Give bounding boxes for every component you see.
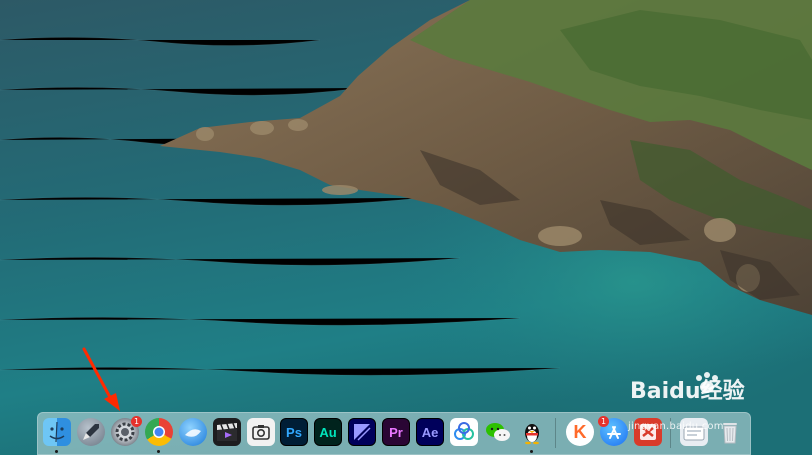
clapperboard-icon[interactable] [213,418,241,446]
notification-badge: 1 [131,416,142,427]
watermark-brand: Baidu经验 [630,378,745,404]
app-label: Au [319,424,337,440]
browser-icon[interactable] [179,418,207,446]
penguin-icon[interactable] [518,418,546,446]
k-icon[interactable]: K [566,418,594,446]
chrome-icon[interactable] [145,418,173,446]
premiere-pro-icon[interactable]: Pr [382,418,410,446]
wechat-icon[interactable] [484,418,512,446]
app-label: K [573,421,587,442]
app-label: Ae [421,424,439,440]
dock-separator [555,418,556,448]
media-encoder-icon[interactable] [348,418,376,446]
rocket-icon[interactable] [77,418,105,446]
running-indicator [530,450,533,453]
photoshop-icon[interactable]: Ps [280,418,308,446]
gear-icon[interactable]: 1 [111,416,142,446]
camera-icon[interactable] [247,418,275,446]
audition-icon[interactable]: Au [314,418,342,446]
app-label: Ps [286,424,302,440]
running-indicator [157,450,160,453]
after-effects-icon[interactable]: Ae [416,418,444,446]
notification-badge: 1 [598,416,609,427]
app-store-icon[interactable]: 1 [598,416,628,446]
dock: 1 Ps Au Pr Ae K 1 [37,412,751,455]
cloud-icon[interactable] [450,418,478,446]
baidu-jingyan-watermark: Baidu经验 [630,372,745,404]
app-label: Pr [389,424,403,440]
finder-icon[interactable] [43,418,71,446]
watermark-url: jingyan.baidu.com [628,421,724,432]
running-indicator [55,450,58,453]
annotation-arrow [82,347,120,411]
